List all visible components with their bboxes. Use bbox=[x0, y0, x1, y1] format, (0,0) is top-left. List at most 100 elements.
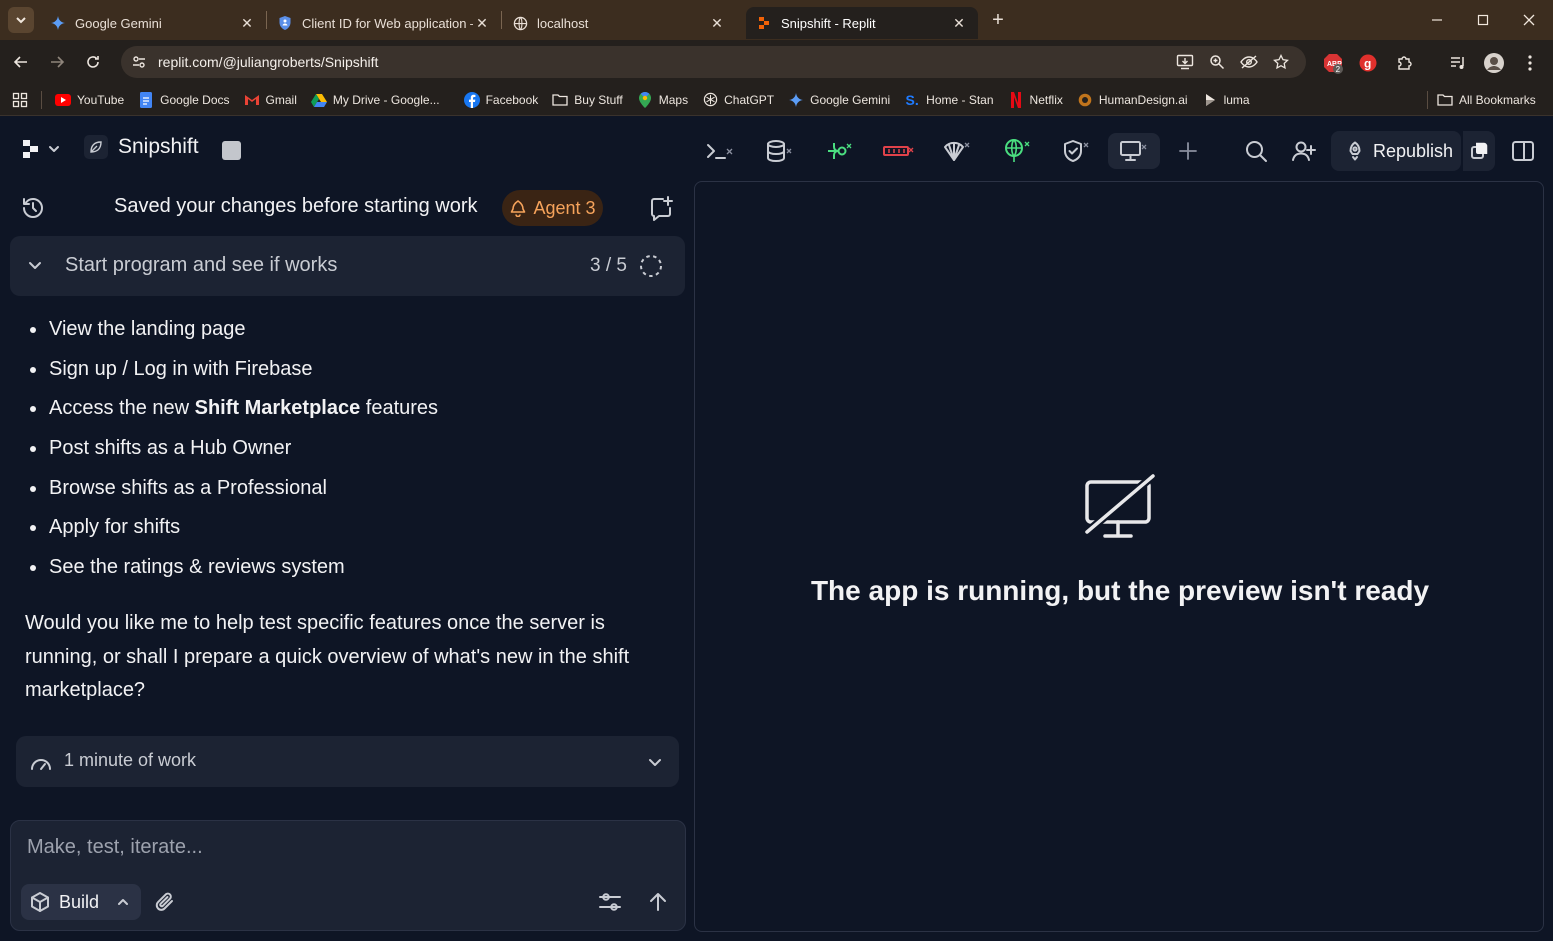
list-item: Sign up / Log in with Firebase bbox=[24, 354, 674, 394]
graphql-tool-button[interactable] bbox=[875, 133, 921, 169]
drive-icon bbox=[310, 92, 327, 108]
git-tool-button[interactable] bbox=[816, 133, 862, 169]
bookmark-buy-stuff[interactable]: Buy Stuff bbox=[545, 87, 629, 113]
back-button[interactable] bbox=[6, 47, 36, 77]
bookmark-label: Buy Stuff bbox=[574, 92, 623, 107]
task-progress-card[interactable]: Start program and see if works 3 / 5 bbox=[10, 236, 685, 296]
shield-icon bbox=[277, 15, 293, 31]
bookmark-label: ChatGPT bbox=[724, 92, 775, 107]
install-app-icon[interactable] bbox=[1175, 52, 1195, 72]
bookmark-google-docs[interactable]: Google Docs bbox=[131, 87, 236, 113]
preview-tool-button[interactable] bbox=[1108, 133, 1160, 169]
bookmark-google-gemini[interactable]: Google Gemini bbox=[781, 87, 897, 113]
build-label: Build bbox=[59, 891, 100, 912]
invite-button[interactable] bbox=[1281, 133, 1327, 169]
replit-menu-button[interactable] bbox=[22, 139, 60, 159]
bookmark-humandesign[interactable]: HumanDesign.ai bbox=[1070, 87, 1195, 113]
close-window-button[interactable] bbox=[1506, 0, 1552, 40]
cube-icon bbox=[31, 892, 49, 912]
deployments-tool-button[interactable] bbox=[994, 133, 1040, 169]
auth-tool-button[interactable] bbox=[934, 133, 980, 169]
globe-icon bbox=[512, 15, 528, 31]
stan-icon: S. bbox=[905, 91, 919, 108]
tab-client-id[interactable]: Client ID for Web application – G ✕ bbox=[267, 7, 501, 39]
site-settings-icon[interactable] bbox=[128, 51, 150, 73]
media-control-icon[interactable] bbox=[1447, 52, 1469, 74]
reload-button[interactable] bbox=[78, 47, 108, 77]
chat-composer[interactable]: Make, test, iterate... Build bbox=[10, 820, 686, 931]
security-tool-button[interactable] bbox=[1053, 133, 1099, 169]
kebab-menu-icon[interactable] bbox=[1519, 52, 1541, 74]
rocket-icon bbox=[1349, 141, 1361, 161]
bookmark-luma[interactable]: luma bbox=[1195, 87, 1257, 113]
minimize-button[interactable] bbox=[1414, 0, 1460, 40]
maximize-button[interactable] bbox=[1460, 0, 1506, 40]
tab-snipshift-replit[interactable]: Snipshift - Replit ✕ bbox=[746, 7, 978, 39]
bookmark-maps[interactable]: Maps bbox=[630, 87, 695, 113]
work-duration-card[interactable]: 1 minute of work bbox=[16, 736, 679, 787]
stop-button[interactable] bbox=[222, 141, 241, 160]
url-text: replit.com/@juliangroberts/Snipshift bbox=[158, 54, 379, 70]
bookmark-home-stan[interactable]: S. Home - Stan bbox=[897, 87, 1000, 113]
bookmark-label: Google Docs bbox=[160, 92, 230, 107]
adblock-extension-icon[interactable]: ABP 2 bbox=[1322, 52, 1344, 74]
close-icon[interactable]: ✕ bbox=[950, 14, 968, 32]
all-bookmarks-button[interactable]: All Bookmarks bbox=[1430, 87, 1543, 113]
tab-title: Client ID for Web application – G bbox=[302, 15, 473, 31]
tab-localhost[interactable]: localhost ✕ bbox=[502, 7, 736, 39]
bookmark-label: Maps bbox=[658, 92, 689, 107]
bookmark-my-drive[interactable]: My Drive - Google... bbox=[304, 87, 447, 113]
forward-button[interactable] bbox=[42, 47, 72, 77]
republish-label: Republish bbox=[1373, 140, 1454, 161]
list-item: See the ratings & reviews system bbox=[24, 552, 674, 592]
chevron-down-icon[interactable] bbox=[646, 753, 664, 776]
tab-google-gemini[interactable]: Google Gemini ✕ bbox=[40, 7, 266, 39]
build-mode-button[interactable]: Build bbox=[21, 884, 141, 920]
bookmark-gmail[interactable]: Gmail bbox=[237, 87, 304, 113]
grammarly-extension-icon[interactable]: g bbox=[1357, 52, 1379, 74]
bookmark-facebook[interactable]: Facebook bbox=[457, 87, 546, 113]
zoom-icon[interactable] bbox=[1207, 52, 1227, 72]
close-icon[interactable]: ✕ bbox=[473, 14, 491, 32]
chevron-down-icon bbox=[16, 17, 26, 24]
profile-avatar[interactable] bbox=[1483, 52, 1505, 74]
gemini-icon bbox=[50, 15, 66, 31]
close-icon[interactable]: ✕ bbox=[238, 14, 256, 32]
search-button[interactable] bbox=[1233, 133, 1279, 169]
minimize-icon bbox=[1432, 19, 1442, 21]
chatgpt-icon bbox=[702, 92, 718, 108]
bookmark-netflix[interactable]: Netflix bbox=[1001, 87, 1070, 113]
arrow-up-icon[interactable] bbox=[647, 891, 669, 918]
list-item: View the landing page bbox=[24, 314, 674, 354]
new-chat-icon[interactable] bbox=[648, 195, 674, 226]
project-title[interactable]: Snipshift bbox=[84, 135, 199, 159]
extensions-puzzle-icon[interactable] bbox=[1394, 52, 1416, 74]
agent-badge[interactable]: Agent 3 bbox=[502, 190, 603, 226]
paperclip-icon[interactable] bbox=[153, 890, 177, 919]
list-item: Browse shifts as a Professional bbox=[24, 473, 674, 513]
add-tool-button[interactable] bbox=[1165, 133, 1211, 169]
globe-tree-icon bbox=[1005, 139, 1030, 162]
prompt-input[interactable]: Make, test, iterate... bbox=[27, 836, 203, 859]
star-icon[interactable] bbox=[1271, 52, 1291, 72]
arrow-right-icon bbox=[51, 56, 65, 68]
close-icon[interactable]: ✕ bbox=[708, 14, 726, 32]
apps-grid-button[interactable] bbox=[0, 87, 35, 113]
new-tab-button[interactable]: + bbox=[984, 6, 1012, 34]
tab-search-button[interactable] bbox=[8, 7, 34, 33]
database-tool-button[interactable] bbox=[756, 133, 802, 169]
history-icon[interactable] bbox=[20, 195, 46, 226]
bookmark-chatgpt[interactable]: ChatGPT bbox=[695, 87, 781, 113]
tab-title: localhost bbox=[537, 15, 589, 31]
bookmark-youtube[interactable]: YouTube bbox=[48, 87, 131, 113]
toggle-panel-button[interactable] bbox=[1500, 133, 1546, 169]
sliders-icon[interactable] bbox=[597, 891, 623, 918]
eye-slash-icon[interactable] bbox=[1239, 52, 1259, 72]
shell-tool-button[interactable] bbox=[697, 133, 743, 169]
feature-list: View the landing page Sign up / Log in w… bbox=[24, 314, 674, 592]
address-bar[interactable]: replit.com/@juliangroberts/Snipshift bbox=[121, 46, 1306, 78]
extension-badge-count: 2 bbox=[1336, 65, 1341, 74]
republish-options-button[interactable] bbox=[1463, 131, 1495, 171]
republish-button[interactable]: Republish bbox=[1331, 131, 1461, 171]
chevron-down-icon[interactable] bbox=[26, 256, 44, 279]
